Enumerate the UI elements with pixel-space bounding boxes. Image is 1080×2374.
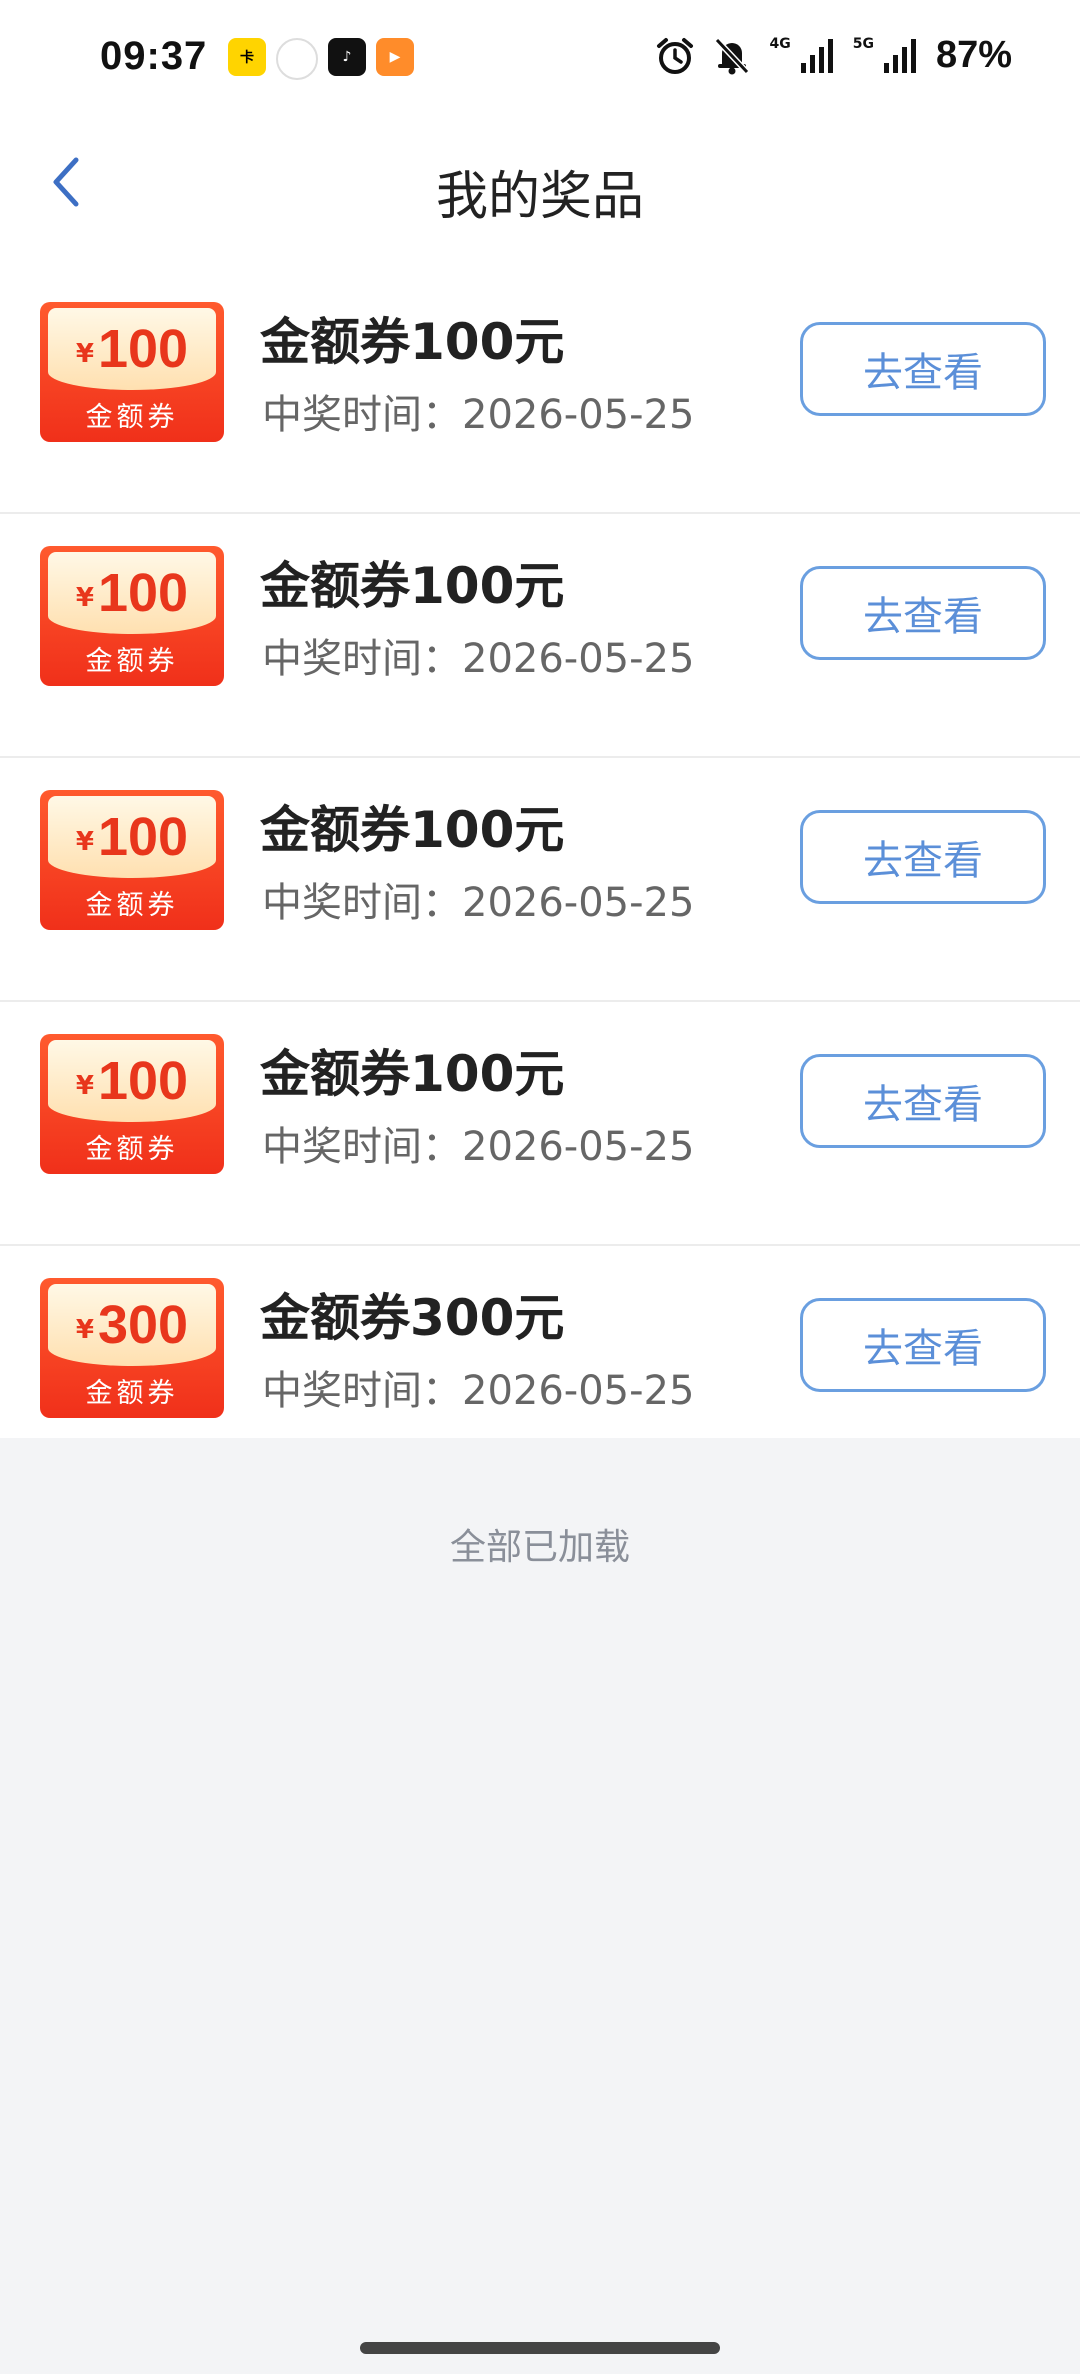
view-prize-button[interactable]: 去查看 bbox=[800, 1298, 1046, 1392]
coupon-currency-symbol: ¥ bbox=[75, 339, 94, 369]
home-indicator[interactable] bbox=[360, 2342, 720, 2354]
prize-win-time: 中奖时间：2026-05-25 bbox=[262, 392, 695, 438]
coupon-label: 金额券 bbox=[85, 1378, 179, 1409]
prize-item: ¥ 100 金额券 金额券100元 中奖时间：2026-05-25 去查看 bbox=[0, 270, 1080, 514]
notification-app-icons: 卡 ♪ ▶ bbox=[228, 38, 414, 80]
coupon-amount: 100 bbox=[97, 807, 189, 867]
coupon-badge: ¥ 100 金额券 bbox=[40, 546, 224, 686]
prize-name: 金额券100元 bbox=[260, 801, 565, 859]
signal-icon bbox=[799, 37, 835, 75]
coupon-label: 金额券 bbox=[85, 646, 179, 677]
coupon-amount: 100 bbox=[97, 1051, 189, 1111]
status-time: 09:37 bbox=[100, 34, 208, 78]
view-prize-button[interactable]: 去查看 bbox=[800, 1054, 1046, 1148]
mute-bell-icon bbox=[713, 36, 751, 76]
signal-icon-2 bbox=[882, 37, 918, 75]
coupon-label: 金额券 bbox=[85, 402, 179, 433]
navigation-bar: 我的奖品 bbox=[0, 120, 1080, 270]
coupon-badge: ¥ 300 金额券 bbox=[40, 1278, 224, 1418]
coupon-currency-symbol: ¥ bbox=[75, 1071, 94, 1101]
alarm-icon bbox=[655, 36, 695, 76]
coupon-label: 金额券 bbox=[85, 1134, 179, 1165]
coupon-amount: 100 bbox=[97, 319, 189, 379]
coupon-currency-symbol: ¥ bbox=[75, 827, 94, 857]
view-prize-button[interactable]: 去查看 bbox=[800, 322, 1046, 416]
coupon-amount: 100 bbox=[97, 563, 189, 623]
prize-item: ¥ 300 金额券 金额券300元 中奖时间：2026-05-25 去查看 bbox=[0, 1246, 1080, 1438]
prize-name: 金额券300元 bbox=[260, 1289, 565, 1347]
status-indicators: 4G 5G 87% bbox=[655, 34, 1012, 77]
network-type-5g: 5G bbox=[852, 35, 874, 52]
prize-name: 金额券100元 bbox=[260, 1045, 565, 1103]
view-prize-button[interactable]: 去查看 bbox=[800, 566, 1046, 660]
prize-item: ¥ 100 金额券 金额券100元 中奖时间：2026-05-25 去查看 bbox=[0, 514, 1080, 758]
prize-win-time: 中奖时间：2026-05-25 bbox=[262, 1368, 695, 1414]
coupon-amount: 300 bbox=[97, 1295, 189, 1355]
prize-item: ¥ 100 金额券 金额券100元 中奖时间：2026-05-25 去查看 bbox=[0, 758, 1080, 1002]
coupon-badge: ¥ 100 金额券 bbox=[40, 1034, 224, 1174]
app-icon-4: ▶ bbox=[376, 38, 414, 76]
prize-item: ¥ 100 金额券 金额券100元 中奖时间：2026-05-25 去查看 bbox=[0, 1002, 1080, 1246]
coupon-currency-symbol: ¥ bbox=[75, 583, 94, 613]
status-bar: 09:37 卡 ♪ ▶ 4G 5G 87% bbox=[0, 0, 1080, 120]
coupon-currency-symbol: ¥ bbox=[75, 1315, 94, 1345]
coupon-badge: ¥ 100 金额券 bbox=[40, 790, 224, 930]
app-icon-3: ♪ bbox=[328, 38, 366, 76]
prize-win-time: 中奖时间：2026-05-25 bbox=[262, 1124, 695, 1170]
prize-name: 金额券100元 bbox=[260, 557, 565, 615]
network-type-4g: 4G bbox=[769, 35, 791, 52]
app-icon-1: 卡 bbox=[228, 38, 266, 76]
load-complete-text: 全部已加载 bbox=[449, 1527, 630, 1568]
page-title: 我的奖品 bbox=[435, 167, 644, 227]
prize-win-time: 中奖时间：2026-05-25 bbox=[262, 880, 695, 926]
coupon-label: 金额券 bbox=[85, 890, 179, 921]
battery-level: 87% bbox=[935, 34, 1012, 76]
view-prize-button[interactable]: 去查看 bbox=[800, 810, 1046, 904]
prize-name: 金额券100元 bbox=[260, 313, 565, 371]
prize-win-time: 中奖时间：2026-05-25 bbox=[262, 636, 695, 682]
coupon-badge: ¥ 100 金额券 bbox=[40, 302, 224, 442]
prize-list: ¥ 100 金额券 金额券100元 中奖时间：2026-05-25 去查看 ¥ … bbox=[0, 270, 1080, 1438]
app-icon-2 bbox=[276, 38, 318, 80]
